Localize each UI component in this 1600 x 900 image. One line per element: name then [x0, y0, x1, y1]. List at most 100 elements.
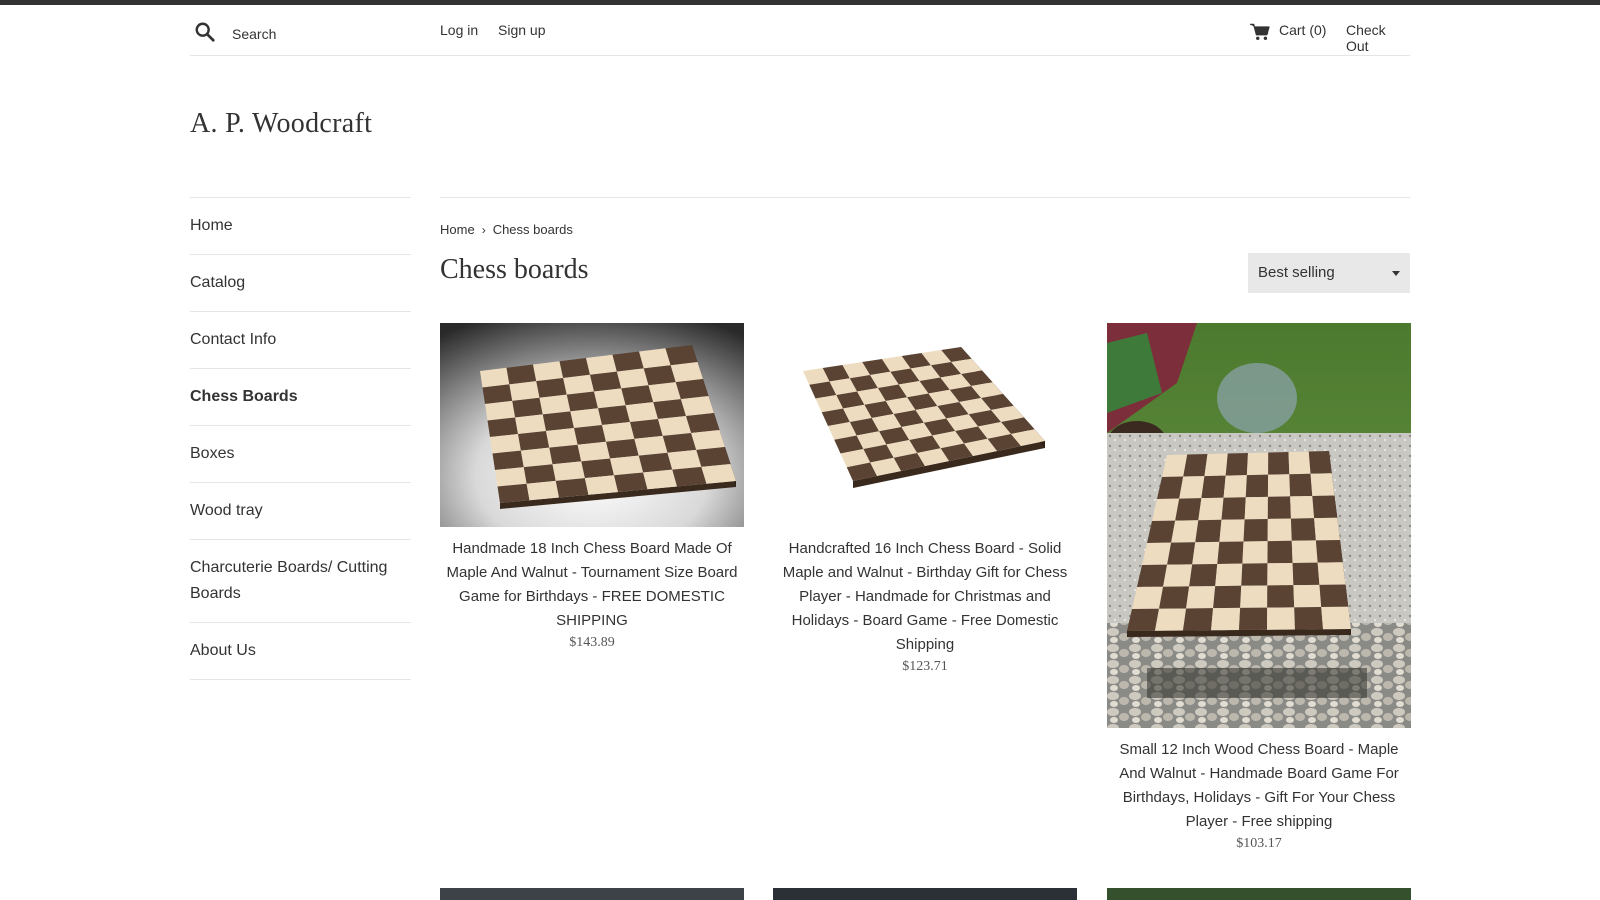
product-image[interactable] — [1107, 888, 1411, 900]
board-square — [559, 358, 590, 378]
product-image[interactable] — [773, 323, 1077, 527]
board-square — [1201, 475, 1226, 499]
board-square — [1267, 585, 1295, 608]
board-square — [518, 431, 550, 451]
board-square — [549, 444, 582, 465]
board-square — [1183, 454, 1208, 477]
board-square — [625, 402, 658, 422]
sidebar-item-catalog[interactable]: Catalog — [190, 255, 411, 312]
board-square — [533, 361, 564, 382]
board-square — [1127, 608, 1160, 631]
sidebar-item-wood-tray[interactable]: Wood tray — [190, 483, 411, 540]
board-square — [1317, 562, 1346, 585]
product-card[interactable]: Handmade 18 Inch Chess Board Made Of Map… — [440, 323, 744, 651]
board-square — [1155, 608, 1187, 631]
board-square — [1293, 584, 1322, 608]
board-square — [577, 441, 610, 462]
board-square — [1223, 475, 1247, 498]
board-square — [680, 396, 714, 416]
board-square — [616, 368, 649, 389]
board-square — [495, 467, 527, 487]
breadcrumb: Home › Chess boards — [440, 222, 573, 237]
board-square — [1268, 452, 1290, 475]
board-square — [1211, 607, 1241, 631]
board-square — [1159, 586, 1190, 609]
product-image[interactable] — [773, 888, 1077, 900]
cart-link[interactable]: Cart (0) — [1279, 22, 1326, 38]
board-square — [566, 391, 598, 412]
sidebar-item-about-us[interactable]: About Us — [190, 623, 411, 680]
page-title: Chess boards — [440, 254, 589, 285]
board-square — [1171, 520, 1199, 543]
sidebar-item-contact-info[interactable]: Contact Info — [190, 312, 411, 369]
board-square — [485, 400, 516, 421]
board-square — [1219, 519, 1245, 542]
board-square — [1239, 607, 1268, 630]
board-square — [1179, 476, 1205, 499]
signup-link[interactable]: Sign up — [498, 22, 545, 38]
board-square — [584, 475, 618, 495]
board-square — [480, 367, 510, 388]
board-square — [1242, 541, 1268, 564]
board-square — [555, 478, 589, 498]
board-square — [1314, 517, 1340, 541]
product-card[interactable]: Handcrafted 16 Inch Chess Board - Solid … — [773, 323, 1077, 675]
product-image[interactable] — [440, 888, 744, 900]
board-square — [658, 416, 692, 436]
caret-down-icon — [1392, 271, 1400, 276]
breadcrumb-separator: › — [481, 222, 486, 237]
board-square — [552, 461, 585, 481]
board-square — [638, 452, 673, 473]
cart-icon[interactable] — [1250, 23, 1270, 41]
board-square — [1244, 496, 1268, 520]
board-square — [1175, 498, 1202, 521]
board-square — [1291, 540, 1318, 563]
product-title: Handmade 18 Inch Chess Board Made Of Map… — [446, 540, 738, 629]
board-square — [1312, 495, 1338, 519]
board-square — [621, 385, 654, 406]
search-input[interactable] — [232, 21, 422, 47]
board-square — [634, 435, 668, 456]
sidebar-item-charcuterie-boards[interactable]: Charcuterie Boards/ Cutting Boards — [190, 540, 411, 623]
board-square — [1215, 563, 1243, 587]
board-square — [1267, 562, 1294, 586]
board-square — [665, 345, 698, 366]
board-square — [515, 414, 546, 434]
board-square — [497, 483, 530, 503]
board-square — [563, 374, 594, 395]
sidebar-item-boxes[interactable]: Boxes — [190, 426, 411, 483]
board-square — [670, 362, 703, 383]
breadcrumb-home-link[interactable]: Home — [440, 222, 475, 237]
board-square — [686, 413, 720, 433]
board-square — [1267, 518, 1292, 542]
store-logo[interactable]: A. P. Woodcraft — [190, 108, 372, 140]
board-square — [1240, 585, 1268, 608]
board-square — [701, 464, 736, 484]
product-card[interactable]: Small 12 Inch Wood Chess Board - Maple A… — [1107, 323, 1411, 852]
board-square — [574, 425, 606, 445]
board-square — [523, 464, 556, 484]
main-divider — [440, 197, 1410, 198]
board-square — [506, 364, 537, 385]
board-square — [1288, 451, 1311, 475]
board-square — [612, 351, 644, 372]
board-square — [1213, 585, 1242, 609]
search-icon[interactable] — [194, 21, 216, 43]
board-square — [630, 419, 663, 439]
board-square — [1246, 452, 1269, 476]
login-link[interactable]: Log in — [440, 22, 478, 38]
board-square — [1245, 474, 1269, 498]
board-square — [1243, 518, 1268, 542]
board-square — [672, 466, 707, 487]
board-square — [1267, 496, 1291, 519]
board-square — [512, 397, 543, 418]
product-image[interactable] — [1107, 323, 1411, 728]
sidebar-item-chess-boards[interactable]: Chess Boards — [190, 369, 411, 426]
board-square — [614, 472, 648, 492]
board-square — [590, 371, 622, 392]
sidebar-item-home[interactable]: Home — [190, 198, 411, 255]
checkout-link[interactable]: Check Out — [1346, 22, 1410, 54]
board-square — [487, 417, 518, 437]
sort-select[interactable]: Best selling — [1248, 253, 1410, 293]
product-image[interactable] — [440, 323, 744, 527]
